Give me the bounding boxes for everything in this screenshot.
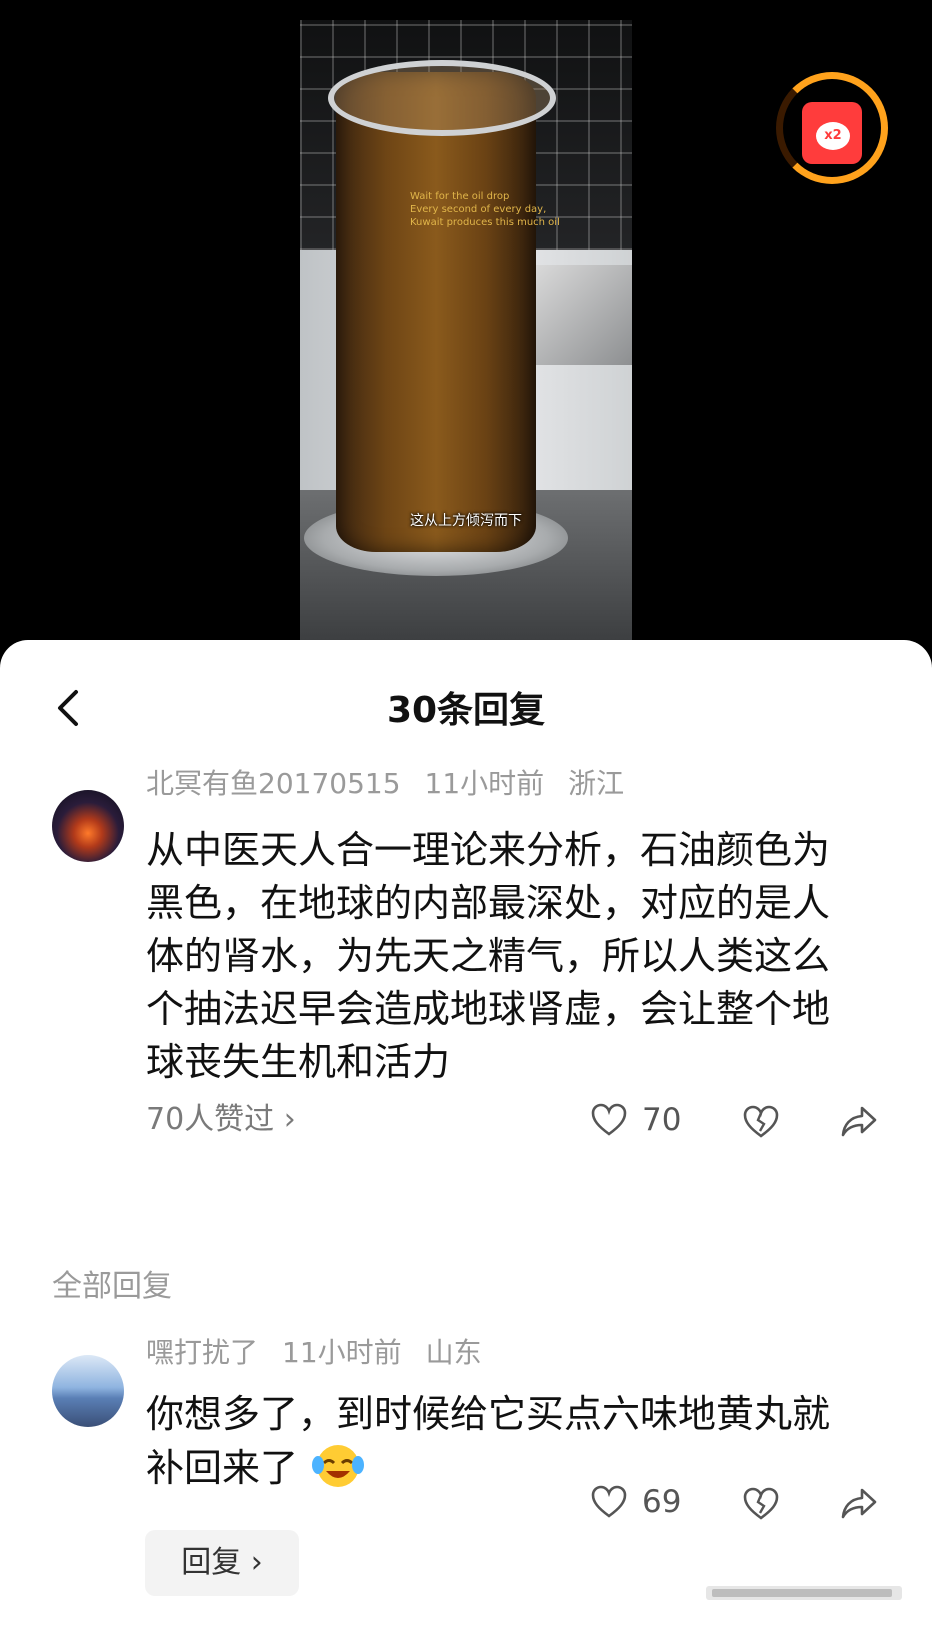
cylinder-caption-line2: Every second of every day,	[410, 204, 547, 215]
comment-meta: 北冥有鱼20170515 11小时前 浙江	[146, 766, 648, 802]
likers-link[interactable]: 70人赞过 ›	[146, 1100, 296, 1140]
username[interactable]: 嘿打扰了	[146, 1336, 258, 1369]
like-button[interactable]: 70	[590, 1102, 681, 1138]
comment-text: 从中医天人合一理论来分析，石油颜色为黑色，在地球的内部最深处，对应的是人体的肾水…	[146, 828, 831, 1084]
location: 山东	[425, 1336, 482, 1369]
reply-button[interactable]: 回复 ›	[145, 1530, 299, 1596]
red-packet-widget[interactable]: x2	[776, 72, 888, 204]
dislike-button[interactable]	[742, 1486, 780, 1522]
cylinder-top-ring	[328, 60, 556, 136]
share-icon	[841, 1106, 877, 1137]
share-button[interactable]	[840, 1104, 878, 1140]
reply-text: 你想多了，到时候给它买点六味地黄丸就补回来了	[146, 1392, 831, 1490]
like-count: 70	[642, 1102, 682, 1138]
share-icon	[841, 1488, 877, 1519]
heart-icon	[591, 1103, 627, 1136]
section-label: 全部回复	[52, 1269, 172, 1304]
watermark-icon	[706, 1586, 902, 1600]
sheet-title: 30条回复	[386, 690, 546, 731]
oil-cylinder	[336, 72, 536, 552]
multiplier-badge: x2	[816, 122, 850, 150]
dislike-button[interactable]	[742, 1104, 780, 1140]
broken-heart-icon	[743, 1105, 779, 1138]
reply-meta: 嘿打扰了 11小时前 山东	[146, 1335, 506, 1371]
video-area[interactable]: Wait for the oil drop Every second of ev…	[0, 0, 932, 660]
like-count: 69	[642, 1484, 682, 1520]
reply-sheet: 30条回复 北冥有鱼20170515 11小时前 浙江 从中医天人合一理论来分析，石…	[0, 640, 932, 1637]
cylinder-caption-line3: Kuwait produces this much oil	[410, 217, 560, 228]
laughing-crying-emoji-icon	[312, 1445, 365, 1487]
cylinder-caption: Wait for the oil drop Every second of ev…	[410, 190, 560, 229]
username[interactable]: 北冥有鱼20170515	[146, 767, 401, 800]
timestamp: 11小时前	[424, 767, 545, 800]
cylinder-caption-line1: Wait for the oil drop	[410, 191, 510, 202]
video-frame[interactable]: Wait for the oil drop Every second of ev…	[300, 20, 632, 640]
like-button[interactable]: 69	[590, 1484, 681, 1520]
side-screen	[536, 265, 632, 365]
avatar[interactable]	[52, 790, 124, 862]
reply-text-wrap: 你想多了，到时候给它买点六味地黄丸就补回来了	[146, 1388, 846, 1495]
video-subtitle: 这从上方倾泻而下	[410, 513, 522, 529]
location: 浙江	[568, 767, 625, 800]
heart-icon	[591, 1485, 627, 1518]
share-button[interactable]	[840, 1486, 878, 1522]
timestamp: 11小时前	[282, 1336, 402, 1369]
avatar[interactable]	[52, 1355, 124, 1427]
broken-heart-icon	[743, 1487, 779, 1520]
